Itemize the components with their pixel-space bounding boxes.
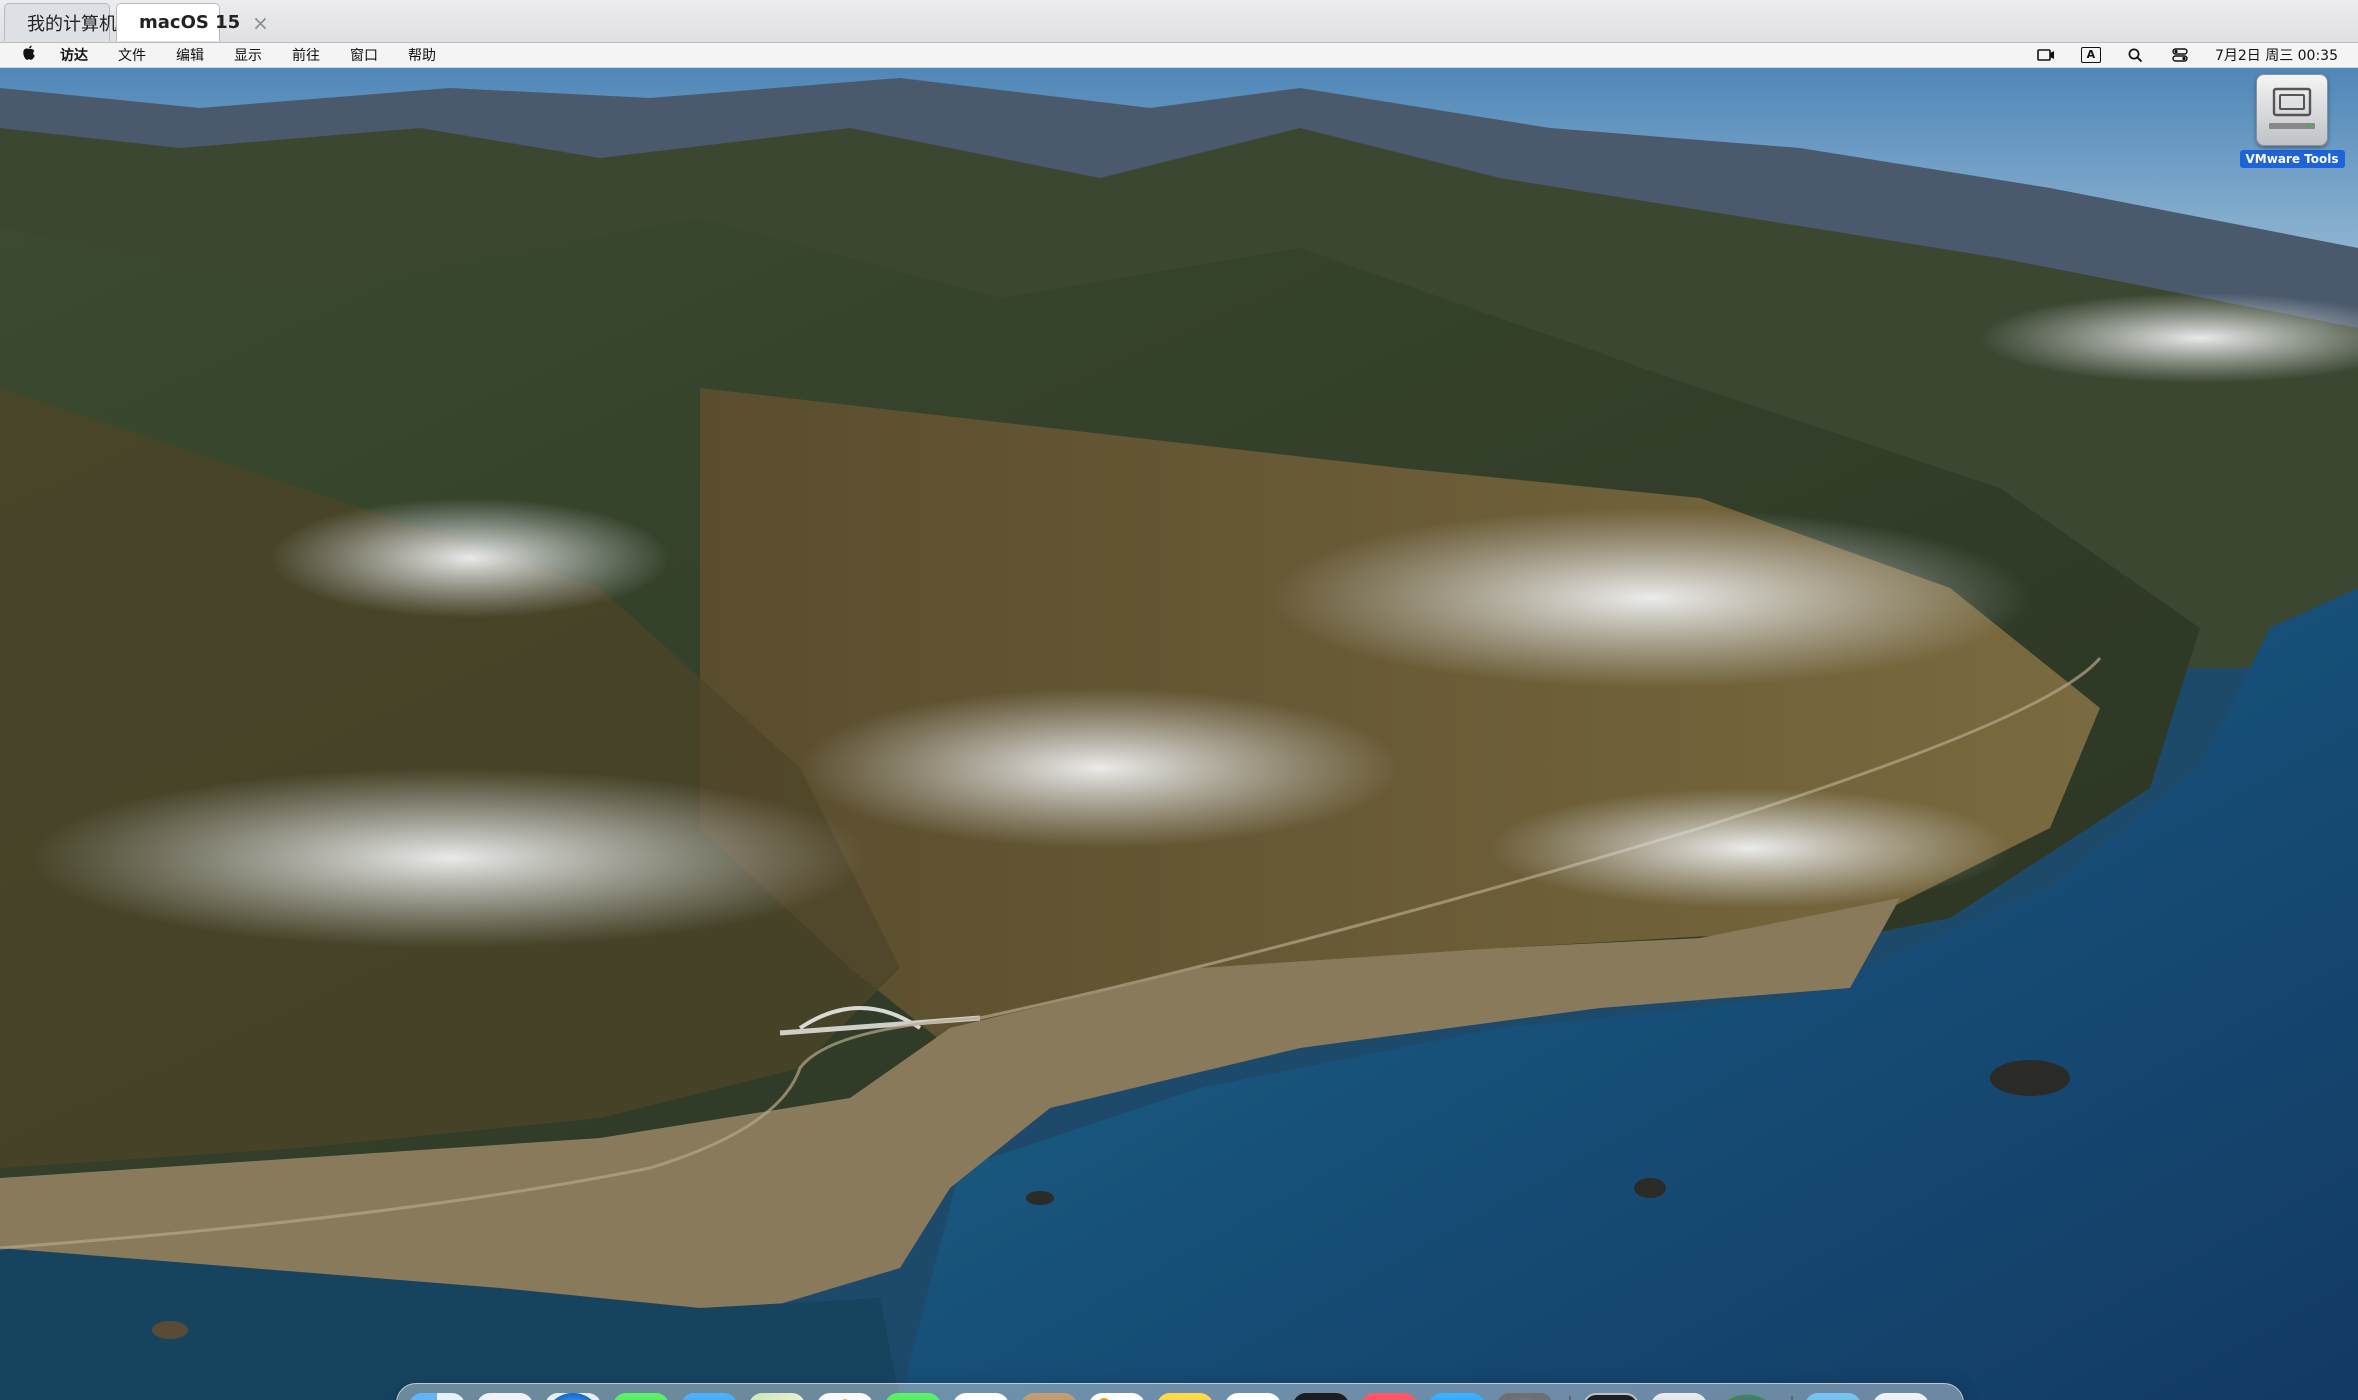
dock-item-trash[interactable] xyxy=(1873,1393,1929,1400)
tab-my-computer[interactable]: 我的计算机 × xyxy=(4,3,146,41)
dock-item-notes[interactable] xyxy=(1157,1393,1213,1400)
dock-separator xyxy=(1569,1396,1571,1400)
dock: ⊕ 💬 ✉ ▶ 7月2 tv ♫ A ⚙ >_ ⬇ xyxy=(396,1383,1964,1400)
dock-item-reminders[interactable] xyxy=(1089,1393,1145,1400)
menu-help[interactable]: 帮助 xyxy=(408,45,436,65)
dock-item-music[interactable]: ♫ xyxy=(1361,1393,1417,1400)
spotlight-icon[interactable] xyxy=(2127,47,2145,63)
vmware-tools-label: VMware Tools xyxy=(2239,150,2345,168)
dock-item-app-store[interactable]: A xyxy=(1429,1393,1485,1400)
tab-macos-15[interactable]: macOS 15 × xyxy=(116,3,269,41)
menu-bar: 访达 文件 编辑 显示 前往 窗口 帮助 A 7月2日 周三 00:35 xyxy=(0,43,2358,68)
dock-item-messages[interactable]: 💬 xyxy=(613,1393,669,1400)
apple-icon[interactable] xyxy=(20,45,38,65)
dock-separator xyxy=(1791,1396,1793,1400)
dock-item-downloads[interactable]: ⬇ xyxy=(1805,1393,1861,1400)
disk-icon xyxy=(2256,74,2328,146)
menu-window[interactable]: 窗口 xyxy=(350,45,378,65)
menu-clock[interactable]: 7月2日 周三 00:35 xyxy=(2215,45,2338,65)
dock-item-system-settings[interactable]: ⚙ xyxy=(1497,1393,1553,1400)
menu-file[interactable]: 文件 xyxy=(118,45,146,65)
wallpaper-image xyxy=(0,68,2358,1400)
control-center-icon[interactable] xyxy=(2171,47,2189,63)
dock-item-safari[interactable]: ⊕ xyxy=(545,1393,601,1400)
dock-item-terminal[interactable]: >_ xyxy=(1583,1393,1639,1400)
dock-item-tv[interactable]: tv xyxy=(1293,1393,1349,1400)
vmware-tab-bar: 我的计算机 × macOS 15 × xyxy=(0,0,2358,43)
dock-item-photos[interactable] xyxy=(817,1393,873,1400)
status-area: A 7月2日 周三 00:35 xyxy=(2011,43,2338,67)
dock-item-calendar[interactable]: 7月2 xyxy=(953,1393,1009,1400)
tab-label: 我的计算机 xyxy=(27,13,117,35)
dock-item-freeform[interactable] xyxy=(1225,1393,1281,1400)
tab-label: macOS 15 xyxy=(139,12,241,33)
menu-view[interactable]: 显示 xyxy=(234,45,262,65)
dock-item-mail[interactable]: ✉ xyxy=(681,1393,737,1400)
dock-item-macos-installer[interactable] xyxy=(1719,1393,1775,1400)
dock-item-maps[interactable] xyxy=(749,1393,805,1400)
vmware-tools-volume[interactable]: VMware Tools xyxy=(2239,74,2345,168)
desktop[interactable]: VMware Tools ⊕ 💬 ✉ ▶ 7月2 tv ♫ A ⚙ >_ ⬇ xyxy=(0,68,2358,1400)
menu-go[interactable]: 前往 xyxy=(292,45,320,65)
menu-finder[interactable]: 访达 xyxy=(60,45,88,65)
dock-item-launchpad[interactable] xyxy=(477,1393,533,1400)
input-source-icon[interactable]: A xyxy=(2080,47,2101,63)
menu-edit[interactable]: 编辑 xyxy=(176,45,204,65)
screen-mirroring-icon[interactable] xyxy=(2037,47,2055,63)
dock-item-disk-utility[interactable] xyxy=(1651,1393,1707,1400)
dock-item-finder[interactable] xyxy=(409,1393,465,1400)
dock-item-facetime[interactable]: ▶ xyxy=(885,1393,941,1400)
close-icon[interactable]: × xyxy=(252,11,269,35)
dock-item-contacts[interactable] xyxy=(1021,1393,1077,1400)
calendar-month: 7月 xyxy=(973,1397,990,1400)
